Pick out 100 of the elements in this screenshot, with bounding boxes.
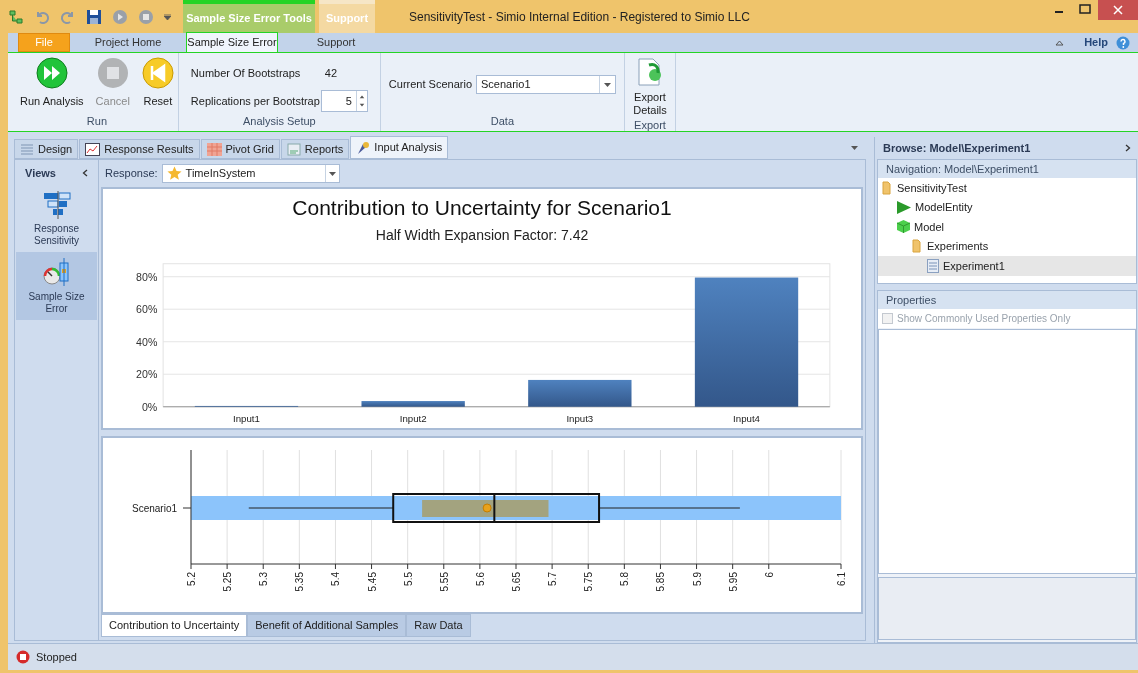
group-label: Data <box>489 113 516 129</box>
x-tick-label: 5.65 <box>511 572 522 592</box>
x-tick-label: Input2 <box>399 413 427 425</box>
x-tick-label: 5.7 <box>547 572 559 586</box>
x-tick-label: 5.35 <box>294 572 306 592</box>
x-tick-label: 6 <box>763 572 775 578</box>
scenario-dropdown[interactable]: Scenario1 <box>476 75 616 94</box>
x-tick-label: 6.1 <box>836 572 847 586</box>
close-icon[interactable] <box>1098 0 1138 20</box>
gauge-icon <box>41 257 72 287</box>
wizard-icon <box>356 140 371 155</box>
field-label: Current Scenario <box>388 77 472 93</box>
x-tick-label: Input1 <box>233 413 260 425</box>
response-dropdown[interactable]: TimeInSystem <box>161 164 340 183</box>
bars-icon <box>41 191 72 219</box>
properties-header: Properties <box>878 291 1136 309</box>
x-tick-label: 5.8 <box>619 572 631 586</box>
star-icon <box>166 166 182 181</box>
tree-item[interactable]: Experiments <box>878 236 1136 256</box>
x-tick-label: 5.3 <box>258 572 270 586</box>
folder-icon <box>882 180 893 195</box>
field-value: 42 <box>323 65 339 81</box>
dropdown-arrow-icon <box>604 82 611 87</box>
x-tick-label: 5.25 <box>222 572 234 592</box>
x-tick-label: 5.45 <box>366 572 378 592</box>
contextual-tab-label: Sample Size Error Tools <box>183 0 315 33</box>
document-tab[interactable]: Input Analysis <box>350 136 449 159</box>
x-tick-label: 5.95 <box>727 572 739 592</box>
field-label: Number Of Bootstraps <box>190 65 302 81</box>
group-label: Analysis Setup <box>241 114 317 129</box>
customize-arrow-icon[interactable] <box>164 13 171 20</box>
view-tab[interactable]: Contribution to Uncertainty <box>101 614 248 637</box>
y-tick-label: 0% <box>142 400 158 413</box>
x-tick-label: 5.4 <box>330 572 342 586</box>
y-tick-label: 20% <box>136 368 158 381</box>
collapse-ribbon-icon[interactable] <box>1055 39 1065 46</box>
view-item[interactable]: Response Sensitivity <box>16 186 97 252</box>
tree-item[interactable]: SensitivityTest <box>878 178 1136 198</box>
ribbon-tab[interactable]: Support <box>278 33 394 52</box>
chart-title: Contribution to Uncertainty for Scenario1 <box>292 195 672 221</box>
tree-item[interactable]: Model <box>878 217 1136 237</box>
tree-item[interactable]: ModelEntity <box>878 197 1136 217</box>
tree-item[interactable]: Experiment1 <box>878 256 1136 276</box>
tab-menu-arrow-icon <box>851 146 858 150</box>
ribbon-tab[interactable]: Sample Size Error <box>186 32 278 52</box>
ribbon-tab[interactable]: Project Home <box>70 33 186 52</box>
view-item[interactable]: Sample Size Error <box>16 252 97 320</box>
help-link[interactable]: Help <box>1084 34 1108 51</box>
window-title: SensitivityTest - Simio Internal Edition - Registered to Simio LLC <box>408 8 751 26</box>
view-tab[interactable]: Raw Data <box>406 614 471 637</box>
x-tick-label: 5.9 <box>691 572 703 586</box>
stop-icon <box>96 57 129 89</box>
browse-title: Browse: Model\Experiment1 <box>883 140 1031 156</box>
list-icon <box>927 258 939 273</box>
list-icon <box>20 142 34 156</box>
navigation-header: Navigation: Model\Experiment1 <box>878 160 1136 178</box>
y-tick-label: 80% <box>136 270 158 283</box>
spinner-field[interactable]: 5 <box>320 90 368 112</box>
dropdown-arrow-icon <box>328 171 336 176</box>
export-button[interactable]: Export Details <box>625 53 675 117</box>
help-icon[interactable] <box>1116 35 1130 50</box>
network-icon[interactable] <box>8 8 24 25</box>
group-label: Export <box>633 118 667 133</box>
category-label: Scenario1 <box>131 503 177 514</box>
status-text: Stopped <box>36 649 77 665</box>
expand-icon[interactable] <box>1125 144 1131 152</box>
x-tick-label: Input4 <box>733 413 760 425</box>
views-title: Views <box>25 165 56 181</box>
x-tick-label: 5.75 <box>583 572 595 592</box>
document-tab[interactable]: Response Results <box>79 139 200 159</box>
field-label: Replications per Bootstrap <box>190 93 321 109</box>
ribbon-button[interactable]: Reset <box>137 57 178 110</box>
save-icon[interactable] <box>86 8 102 25</box>
cube-icon <box>897 220 910 234</box>
ribbon-button[interactable]: Run Analysis <box>16 57 88 110</box>
x-tick-label: 5.55 <box>438 572 450 592</box>
group-label: Run <box>85 113 108 129</box>
skip-back-icon <box>141 57 174 89</box>
chart-subtitle: Half Width Expansion Factor: 7.42 <box>375 226 589 245</box>
folder-icon <box>912 239 923 254</box>
document-tab[interactable]: Design <box>14 139 79 159</box>
fast-forward-icon <box>35 57 68 89</box>
document-tab[interactable]: Reports <box>280 139 350 159</box>
y-tick-label: 60% <box>136 303 158 316</box>
contextual-tab-label: Support <box>319 0 375 33</box>
stop-icon <box>16 650 30 664</box>
x-tick-label: 5.2 <box>186 572 197 586</box>
document-tab[interactable]: Pivot Grid <box>200 139 280 159</box>
grid-icon <box>206 142 222 156</box>
collapse-icon[interactable] <box>82 169 88 177</box>
x-tick-label: Input3 <box>566 413 594 425</box>
y-tick-label: 40% <box>136 335 158 348</box>
chart-icon <box>85 142 101 156</box>
response-label: Response: <box>105 166 158 182</box>
x-tick-label: 5.5 <box>402 572 414 586</box>
x-tick-label: 5.6 <box>474 572 486 586</box>
triangle-icon <box>897 200 911 214</box>
view-tab[interactable]: Benefit of Additional Samples <box>247 614 407 637</box>
report-icon <box>286 142 301 156</box>
x-tick-label: 5.85 <box>655 572 667 592</box>
